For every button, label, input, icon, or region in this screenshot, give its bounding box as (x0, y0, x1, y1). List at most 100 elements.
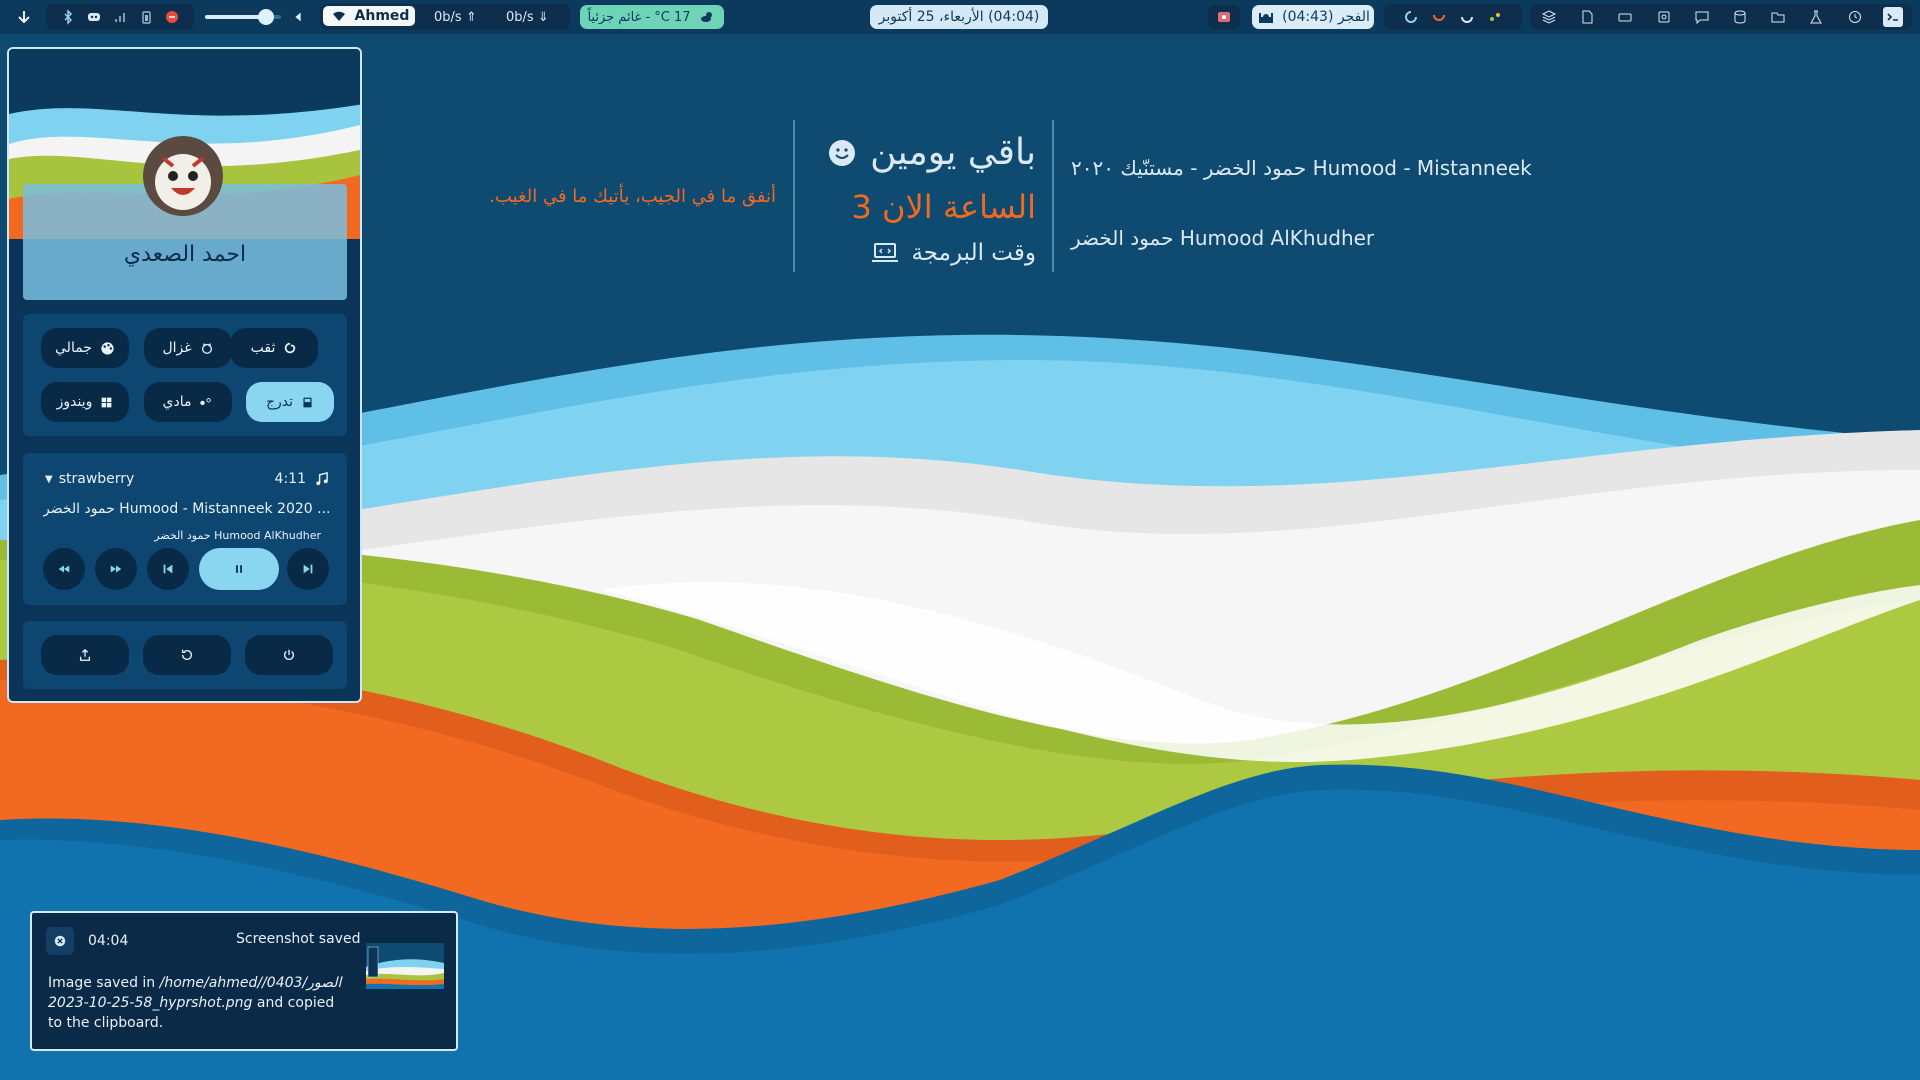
divider-right (1052, 120, 1054, 272)
rewind-button[interactable] (43, 548, 85, 590)
download-rate: 0b/s (506, 9, 534, 25)
theme-button-3[interactable]: جمالي (41, 328, 129, 368)
player-source-selector[interactable]: ▼ strawberry (45, 471, 134, 487)
app-tray (1530, 4, 1912, 30)
wifi-icon (329, 6, 349, 26)
notification-popup[interactable]: 04:04 Screenshot saved Image saved in /h… (30, 911, 458, 1051)
prayer-text: الفجر (04:43) (1282, 9, 1370, 25)
windows-icon (100, 396, 113, 409)
bluetooth-icon[interactable] (58, 7, 78, 27)
power-icon (282, 648, 296, 662)
theme-card: ثقب غزال جمالي تدرج مادي ويندوز (23, 314, 347, 436)
cloud-sun-icon (697, 7, 717, 27)
player-source: strawberry (58, 471, 135, 487)
flask-icon[interactable] (1806, 7, 1826, 27)
workspace-1-icon[interactable] (1401, 7, 1421, 27)
play-pause-button[interactable] (199, 548, 279, 590)
next-track-button[interactable] (287, 548, 329, 590)
track-duration: 4:11 (274, 471, 306, 487)
document-icon[interactable] (1577, 7, 1597, 27)
pause-icon (233, 563, 245, 575)
keyboard-icon[interactable] (1615, 7, 1635, 27)
clock-text: (04:04) الأربعاء، 25 أكتوبر (878, 9, 1040, 25)
logout-button[interactable] (41, 635, 129, 675)
user-name: احمد الصعدي (123, 242, 247, 267)
upload-icon: ⇑ (465, 9, 477, 25)
deer-icon (200, 341, 214, 355)
top-bar: Ahmed 0b/s ⇑ 0b/s ⇓ 17 C° - غائم جزئياً … (0, 0, 1920, 34)
clock-widget[interactable]: (04:04) الأربعاء، 25 أكتوبر (870, 5, 1048, 29)
volume-slider[interactable] (205, 5, 281, 29)
weather-widget[interactable]: 17 C° - غائم جزئياً (580, 5, 724, 29)
discord-icon[interactable] (84, 7, 104, 27)
power-card (23, 621, 347, 689)
theme-button-1[interactable]: ثقب (230, 328, 318, 368)
media-player: ▼ strawberry 4:11 حمود الخضر Humood - Mi… (23, 453, 347, 605)
launcher-arrow-icon[interactable] (12, 5, 36, 29)
theme-label: غزال (162, 340, 192, 356)
theme-label: مادي (162, 394, 192, 410)
chat-icon[interactable] (1692, 7, 1712, 27)
clock-icon[interactable] (1845, 7, 1865, 27)
restart-icon (180, 648, 194, 662)
terminal-icon[interactable] (1882, 7, 1903, 27)
camera-icon[interactable] (1654, 7, 1674, 27)
app-tray-icon[interactable] (162, 7, 182, 27)
avatar[interactable] (143, 136, 223, 216)
tray-group (46, 4, 194, 30)
screen-record-icon[interactable] (1208, 5, 1240, 29)
countdown-text: باقي يومين (870, 132, 1036, 173)
mosque-icon (1256, 7, 1276, 27)
prayer-widget[interactable]: الفجر (04:43) (1252, 5, 1374, 29)
volume-icon[interactable] (290, 5, 306, 29)
restart-button[interactable] (143, 635, 231, 675)
fast-forward-button[interactable] (95, 548, 137, 590)
workspace-2-icon[interactable] (1429, 7, 1449, 27)
notification-body: Image saved in /home/ahmed//الصور/040358… (48, 973, 348, 1033)
smile-icon (828, 139, 856, 167)
workspace-4-icon[interactable] (1485, 7, 1505, 27)
theme-label: جمالي (55, 340, 92, 356)
side-panel: احمد الصعدي ثقب غزال جمالي تدرج مادي وين… (7, 47, 362, 703)
shutdown-button[interactable] (245, 635, 333, 675)
theme-button-2[interactable]: غزال (144, 328, 232, 368)
swirl-icon (283, 341, 297, 355)
chevron-down-icon: ▼ (45, 473, 53, 485)
hour-now-text: الساعة الان 3 (851, 188, 1036, 226)
close-icon (53, 934, 67, 948)
theme-button-5[interactable]: مادي (144, 382, 232, 422)
logout-icon (78, 648, 92, 662)
theme-label: تدرج (265, 394, 294, 410)
theme-button-6[interactable]: ويندوز (41, 382, 129, 422)
laptop-icon (871, 241, 899, 265)
layers-icon[interactable] (1539, 7, 1559, 27)
workspaces (1384, 4, 1522, 30)
download-icon: ⇓ (537, 9, 549, 25)
folder-icon[interactable] (1768, 7, 1788, 27)
signal-icon[interactable] (110, 7, 130, 27)
notification-body-prefix: Image saved in (48, 975, 156, 991)
network-ssid: Ahmed (354, 8, 410, 24)
notification-time: 04:04 (88, 933, 129, 949)
workspace-3-icon[interactable] (1457, 7, 1477, 27)
track-title: حمود الخضر Humood - Mistanneek 2020 ... (43, 501, 331, 517)
theme-label: ويندوز (56, 394, 93, 410)
screenshot-thumbnail[interactable] (366, 943, 444, 989)
material-icon (199, 395, 213, 409)
upload-rate: 0b/s (434, 9, 462, 25)
gradient-icon (301, 396, 314, 409)
weather-text: 17 C° - غائم جزئياً (587, 9, 691, 25)
theme-button-4[interactable]: تدرج (246, 382, 334, 422)
notification-title: Screenshot saved (236, 931, 361, 947)
battery-icon[interactable] (136, 7, 156, 27)
desktop-track-title: حمود الخضر - مستنّيك ٢٠٢٠ Humood - Mista… (1071, 156, 1532, 180)
theme-label: ثقب (250, 340, 276, 356)
music-note-icon (314, 471, 329, 487)
desktop-quote: أنفق ما في الجيب، يأتيك ما في الغيب. (489, 186, 776, 207)
previous-track-button[interactable] (147, 548, 189, 590)
database-icon[interactable] (1730, 7, 1750, 27)
network-widget[interactable]: Ahmed 0b/s ⇑ 0b/s ⇓ (320, 4, 570, 30)
activity-text: وقت البرمجة (911, 240, 1036, 266)
notification-close-button[interactable] (46, 927, 74, 955)
desktop-track-artist: حمود الخضر Humood AlKhudher (1071, 226, 1375, 250)
